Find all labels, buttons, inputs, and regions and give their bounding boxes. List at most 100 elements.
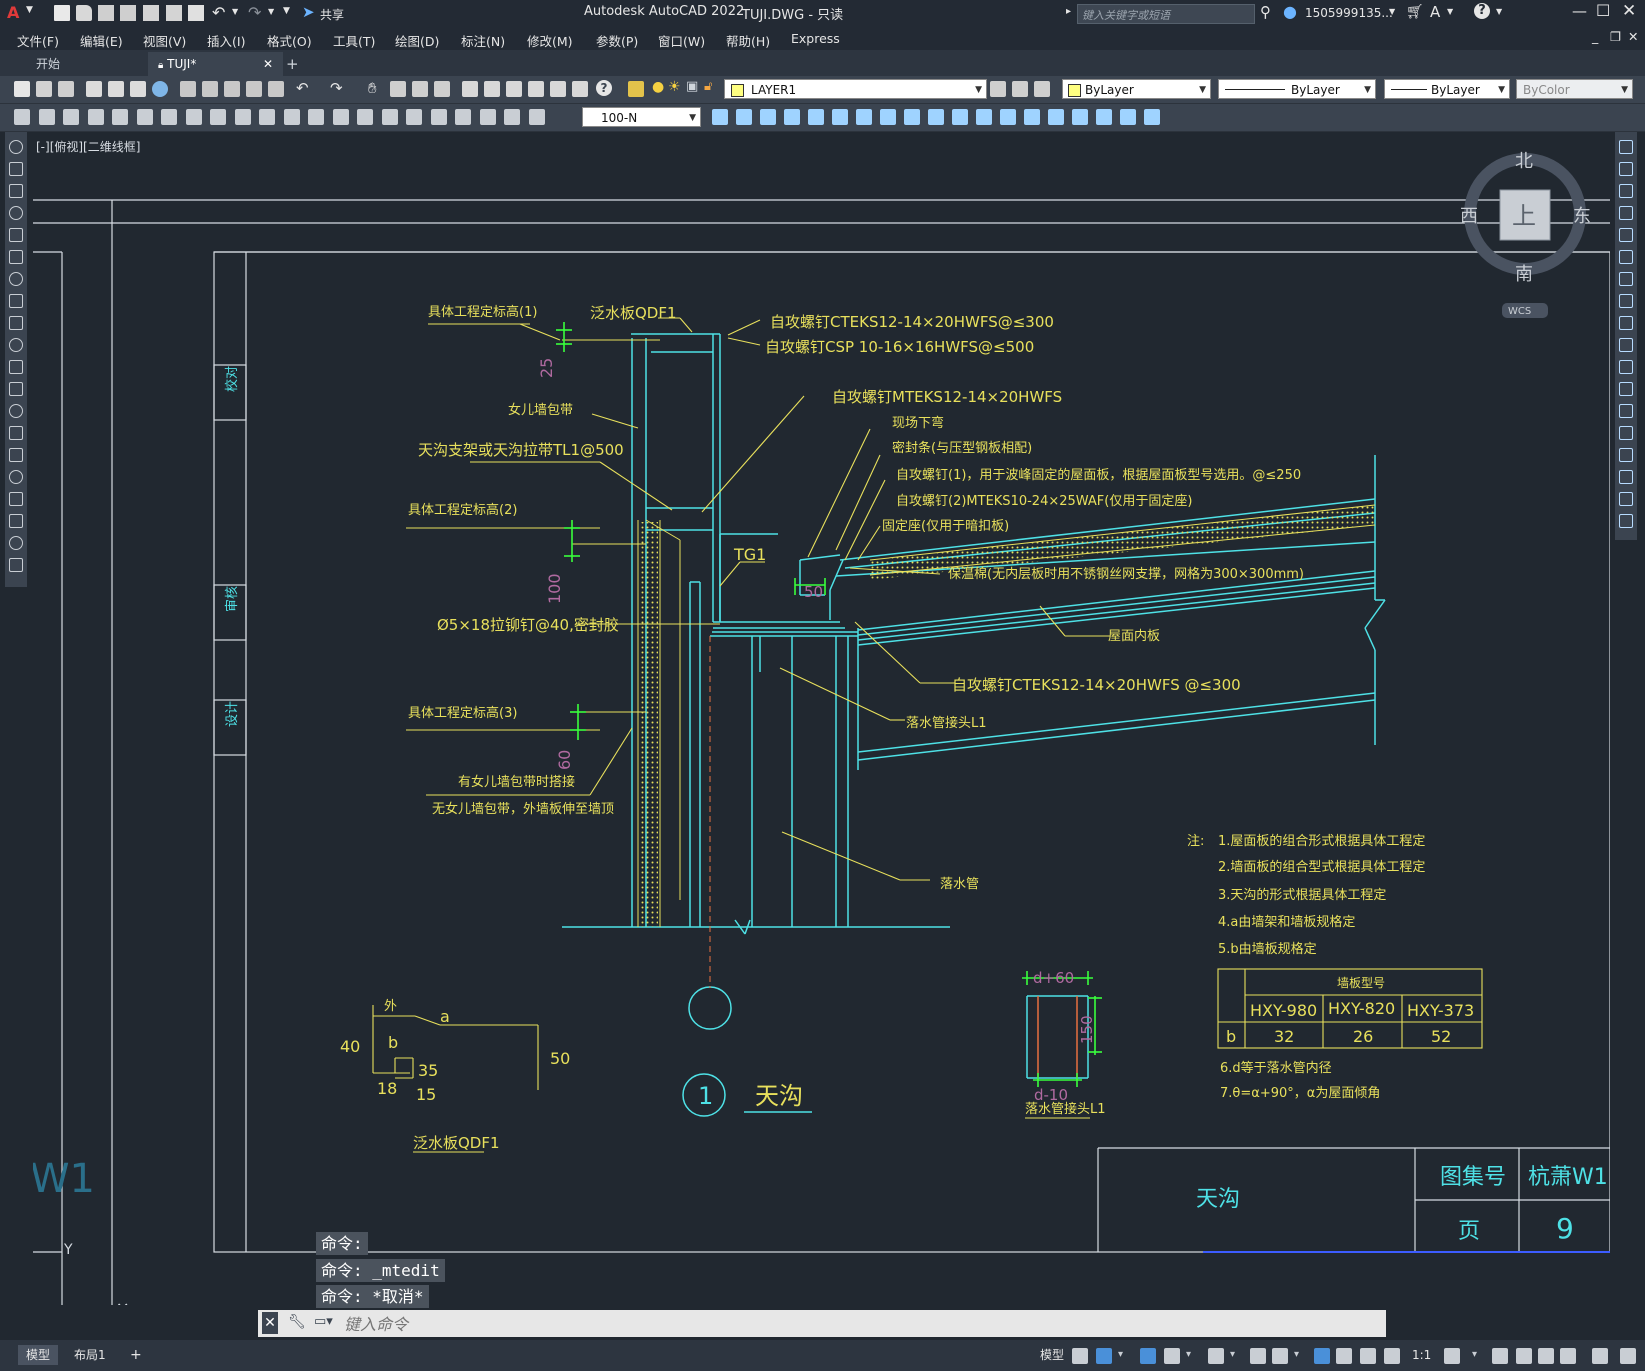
ellipse-arc-icon[interactable] (9, 360, 23, 374)
scale-icon[interactable] (1619, 294, 1633, 308)
rotate-icon[interactable] (1619, 272, 1633, 286)
make-current-icon[interactable] (990, 81, 1006, 97)
dim-ordinate-icon[interactable] (136, 109, 153, 125)
command-input[interactable] (342, 1313, 1376, 1335)
cmdline-settings-icon[interactable]: 🔧︎ (288, 1314, 306, 1330)
plot-icon[interactable] (86, 81, 102, 97)
a360-dropdown-icon[interactable]: ▼ (1447, 7, 1453, 16)
scale-obj-icon[interactable] (880, 109, 896, 125)
model-space-button[interactable]: 模型 (1032, 1345, 1072, 1365)
user-name[interactable]: 1505999135... (1305, 6, 1393, 20)
rotate-obj-icon[interactable] (856, 109, 872, 125)
join-obj-icon[interactable] (1000, 109, 1016, 125)
ungroup-icon[interactable] (1144, 109, 1160, 125)
save-icon[interactable] (98, 5, 114, 21)
center-mark-icon[interactable] (406, 109, 422, 125)
color-combo[interactable]: ByLayer ▼ (1062, 79, 1211, 99)
tab-close-icon[interactable]: ✕ (263, 52, 273, 76)
line-icon[interactable] (9, 140, 23, 154)
erase-obj-icon[interactable] (1096, 109, 1112, 125)
tolerance-icon[interactable] (381, 109, 398, 125)
menu-modify[interactable]: 修改(M) (527, 31, 573, 50)
preview-icon[interactable] (108, 81, 124, 97)
trim-icon[interactable] (1619, 338, 1633, 352)
dim-continue-icon[interactable] (308, 109, 324, 125)
lineweight-combo[interactable]: ByLayer ▼ (1384, 79, 1510, 99)
osnap-dropdown-icon[interactable]: ▾ (1294, 1349, 1302, 1365)
cmdline-recent-icon[interactable]: ▭▾ (314, 1314, 333, 1329)
layer-on-icon[interactable]: ● (652, 79, 664, 95)
dim-space-icon[interactable] (332, 109, 349, 125)
toolpalettes-icon[interactable] (506, 81, 522, 97)
menu-help[interactable]: 帮助(H) (726, 31, 770, 50)
zoom-previous-icon[interactable] (434, 81, 450, 97)
make-block-icon[interactable] (9, 404, 23, 418)
undo-icon[interactable]: ↶ (212, 3, 225, 22)
quick-properties-icon[interactable] (1538, 1348, 1554, 1364)
open-file-icon[interactable] (76, 5, 92, 21)
array-obj-icon[interactable] (808, 109, 824, 125)
minimize-icon[interactable]: — (1572, 2, 1587, 20)
menu-draw[interactable]: 绘图(D) (395, 31, 439, 50)
app-menu-arrow-icon[interactable]: ▼ (26, 5, 33, 15)
dim-jogged-icon[interactable] (185, 109, 202, 125)
calculator-icon[interactable] (572, 81, 588, 97)
layout-tab-add[interactable]: + (122, 1345, 150, 1365)
copy-icon[interactable] (202, 81, 218, 97)
move-icon[interactable] (1619, 250, 1633, 264)
doc-close-icon[interactable]: ✕ (1628, 29, 1638, 44)
spline-icon[interactable] (9, 316, 23, 330)
stretch-obj-icon[interactable] (904, 109, 920, 125)
help-icon[interactable]: ? (596, 80, 612, 96)
menu-insert[interactable]: 插入(I) (207, 31, 245, 50)
help-icon[interactable]: ? (1474, 3, 1490, 19)
user-dropdown-icon[interactable]: ▼ (1389, 7, 1395, 16)
plotstyle-combo[interactable]: ByColor ▼ (1516, 79, 1633, 99)
print-icon[interactable] (188, 5, 204, 21)
dim-baseline-icon[interactable] (283, 109, 300, 125)
plot-preview-icon[interactable] (166, 5, 182, 21)
maximize-icon[interactable]: ☐ (1596, 1, 1610, 20)
customize-qat-icon[interactable]: ▼ (283, 6, 290, 16)
lineweight-icon[interactable] (1314, 1348, 1330, 1364)
isodraft-icon[interactable] (1208, 1348, 1224, 1364)
dim-angular-icon[interactable] (234, 109, 251, 125)
publish-icon[interactable] (143, 5, 159, 21)
units-icon[interactable] (1516, 1348, 1532, 1364)
help-dropdown-icon[interactable]: ▼ (1496, 7, 1502, 16)
fillet-icon[interactable] (1619, 470, 1633, 484)
cmdline-close-icon[interactable]: ✕ (262, 1312, 278, 1334)
offset-obj-icon[interactable] (784, 109, 800, 125)
inspect-icon[interactable] (430, 109, 447, 125)
publish-icon[interactable] (130, 81, 146, 97)
stretch-icon[interactable] (1619, 316, 1633, 330)
insert-block-icon[interactable] (9, 382, 23, 396)
dim-aligned-icon[interactable] (87, 109, 104, 125)
jogged-linear-icon[interactable] (455, 109, 471, 125)
multiline-text-icon[interactable] (9, 536, 23, 550)
dim-linear-icon[interactable] (63, 109, 79, 125)
dimtedit-icon[interactable] (504, 109, 520, 125)
menu-format[interactable]: 格式(O) (267, 31, 312, 50)
table-icon[interactable] (9, 514, 23, 528)
menu-edit[interactable]: 编辑(E) (80, 31, 123, 50)
menu-window[interactable]: 窗口(W) (658, 31, 705, 50)
save-as-icon[interactable] (120, 5, 136, 21)
snap-dropdown-icon[interactable]: ▾ (1118, 1349, 1126, 1365)
autodesk-a360-icon[interactable]: A (1430, 3, 1440, 21)
dim-diameter-icon[interactable] (210, 109, 226, 125)
open-icon[interactable] (36, 81, 52, 97)
cut-icon[interactable] (180, 81, 196, 97)
search-icon[interactable]: ⚲ (1260, 3, 1271, 21)
region-icon[interactable] (9, 492, 23, 506)
trim-obj-icon[interactable] (928, 109, 944, 125)
text-icon[interactable] (14, 109, 30, 125)
graphics-performance-icon[interactable] (1560, 1348, 1576, 1364)
zoom-window-icon[interactable] (412, 81, 428, 97)
blockeditor-icon[interactable] (268, 81, 284, 97)
drawing-viewport[interactable]: Y ✕ 校对 审核 设计 W1 (33, 132, 1610, 1305)
grid-icon[interactable] (1072, 1348, 1088, 1364)
clean-screen-icon[interactable] (1592, 1348, 1608, 1364)
point-icon[interactable] (9, 426, 23, 440)
layer-properties-icon[interactable] (628, 81, 644, 97)
